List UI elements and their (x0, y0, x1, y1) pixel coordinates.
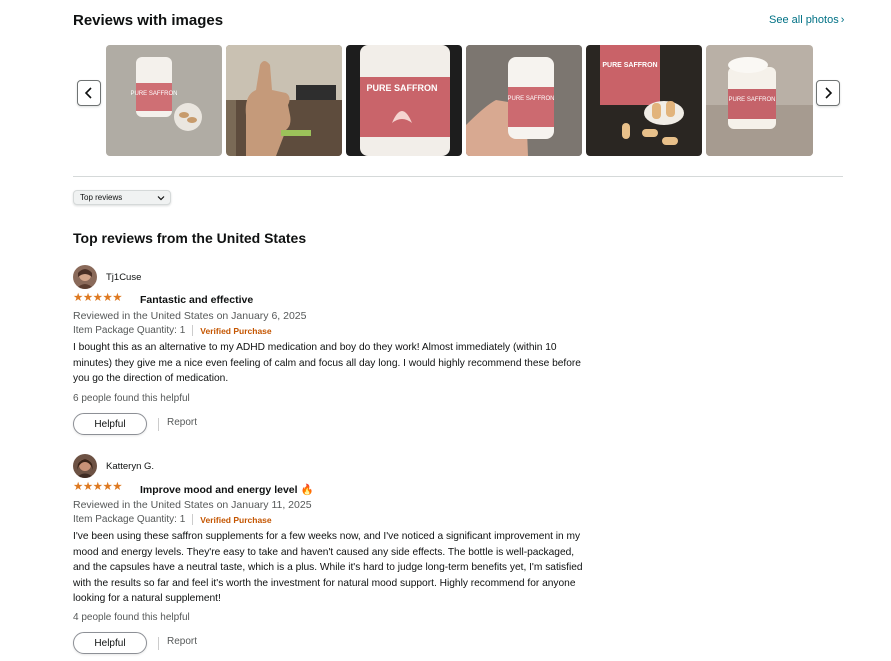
review-image-5[interactable]: PURE SAFFRON (586, 45, 702, 156)
review-image-1[interactable]: PURE SAFFRON (106, 45, 222, 156)
reviewer-name: Katteryn G. (106, 461, 155, 472)
star-icon: ★ (82, 481, 93, 493)
verified-purchase-badge: Verified Purchase (200, 514, 272, 525)
chevron-left-icon (84, 87, 92, 99)
verified-purchase-badge: Verified Purchase (200, 325, 272, 336)
sort-reviews-select[interactable]: Top reviews (73, 190, 171, 205)
fire-emoji: 🔥 (300, 484, 314, 496)
chevron-down-icon (157, 196, 165, 201)
svg-text:PURE SAFFRON: PURE SAFFRON (366, 83, 437, 93)
helpful-button[interactable]: Helpful (73, 632, 147, 654)
carousel-prev-button[interactable] (77, 80, 101, 106)
star-rating[interactable]: ★ ★ ★ ★ ★ (73, 292, 123, 304)
report-divider (158, 418, 159, 431)
review-date: Reviewed in the United States on January… (73, 310, 307, 322)
svg-text:PURE SAFFRON: PURE SAFFRON (728, 97, 775, 103)
star-icon: ★ (112, 481, 123, 493)
package-quantity: Item Package Quantity: 1 (73, 325, 186, 336)
avatar (73, 265, 97, 289)
package-quantity: Item Package Quantity: 1 (73, 514, 186, 525)
review-image-2[interactable] (226, 45, 342, 156)
review-image-3[interactable]: PURE SAFFRON (346, 45, 462, 156)
carousel-next-button[interactable] (816, 80, 840, 106)
report-divider (158, 637, 159, 650)
top-reviews-heading: Top reviews from the United States (73, 230, 307, 246)
svg-text:PURE SAFFRON: PURE SAFFRON (130, 91, 177, 97)
star-icon: ★ (73, 292, 83, 304)
review-image-4[interactable]: PURE SAFFRON (466, 45, 582, 156)
review-title[interactable]: Fantastic and effective (140, 294, 253, 306)
review-meta: Item Package Quantity: 1 Verified Purcha… (73, 325, 272, 336)
star-icon: ★ (102, 292, 113, 304)
review-title-text: Improve mood and energy level (140, 484, 298, 496)
svg-text:PURE SAFFRON: PURE SAFFRON (507, 96, 554, 102)
chevron-right-small-icon: › (840, 14, 845, 26)
star-icon: ★ (73, 481, 83, 493)
review-card: Tj1Cuse ★ ★ ★ ★ ★ Fantastic and effective Re… (73, 265, 593, 440)
star-icon: ★ (112, 292, 123, 304)
gallery-title: Reviews with images (73, 12, 224, 29)
see-all-label: See all photos (769, 14, 839, 26)
avatar (73, 454, 97, 478)
review-meta: Item Package Quantity: 1 Verified Purcha… (73, 514, 272, 525)
section-divider (73, 176, 843, 177)
helpful-button[interactable]: Helpful (73, 413, 147, 435)
sort-selected-value: Top reviews (80, 193, 123, 202)
review-body: I've been using these saffron supplement… (73, 531, 583, 604)
review-date: Reviewed in the United States on January… (73, 499, 312, 511)
review-card: Katteryn G. ★ ★ ★ ★ ★ Improve mood and energ… (73, 454, 593, 661)
meta-divider (192, 325, 194, 336)
svg-text:PURE SAFFRON: PURE SAFFRON (602, 62, 657, 69)
helpful-count: 6 people found this helpful (73, 393, 190, 404)
report-link[interactable]: Report (167, 417, 197, 428)
star-icon: ★ (92, 481, 103, 493)
chevron-right-icon (825, 87, 833, 99)
star-rating[interactable]: ★ ★ ★ ★ ★ (73, 481, 123, 493)
review-title[interactable]: Improve mood and energy level 🔥 (140, 483, 314, 496)
see-all-photos-link[interactable]: See all photos › (769, 14, 844, 26)
star-icon: ★ (92, 292, 103, 304)
meta-divider (192, 514, 194, 525)
star-icon: ★ (82, 292, 93, 304)
star-icon: ★ (102, 481, 113, 493)
review-image-6[interactable]: PURE SAFFRON (706, 45, 813, 156)
reviewer-name: Tj1Cuse (106, 272, 142, 283)
report-link[interactable]: Report (167, 636, 197, 647)
review-body: I bought this as an alternative to my AD… (73, 342, 581, 384)
helpful-count: 4 people found this helpful (73, 612, 190, 623)
